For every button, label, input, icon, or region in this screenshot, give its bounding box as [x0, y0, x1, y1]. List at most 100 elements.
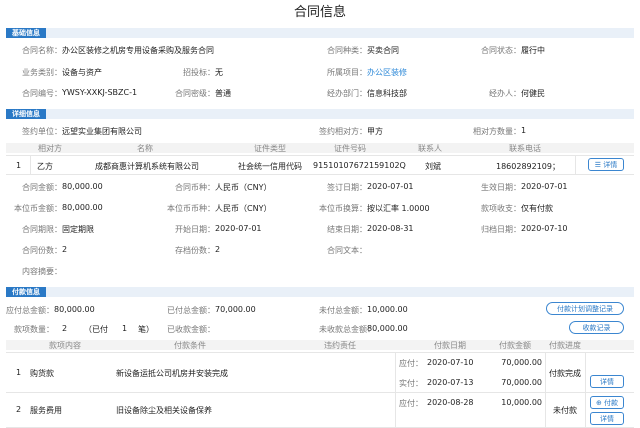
contract-text-label: 合同文本： — [327, 246, 367, 255]
row-index: 2 — [16, 405, 22, 414]
item-count-label: 款项数量： — [14, 325, 54, 334]
payment-detail-button[interactable]: 详情 — [590, 375, 624, 388]
currency-value: 人民币（CNY） — [215, 183, 272, 192]
amount-value: 80,000.00 — [62, 182, 103, 191]
currency-label: 合同币种： — [175, 183, 215, 192]
unpaid-total-label: 未付总金额： — [319, 306, 367, 315]
paid-count-value: 1 — [122, 324, 128, 333]
sign-date-label: 签订日期： — [327, 183, 367, 192]
dept-label: 经办部门： — [327, 89, 367, 98]
col-header-phone: 联系电话 — [509, 144, 541, 153]
divider — [6, 174, 634, 175]
paid-total-label: 已付总金额： — [167, 306, 215, 315]
contract-no-label: 合同编号： — [22, 89, 62, 98]
payment-detail-button[interactable]: 详情 — [590, 412, 624, 425]
cashflow-value: 仅有付款 — [521, 204, 553, 213]
term-value: 固定期限 — [62, 225, 94, 234]
paid-total-value: 70,000.00 — [215, 305, 256, 314]
exchange-label: 本位币换算： — [319, 204, 367, 213]
handler-label: 经办人： — [489, 89, 521, 98]
receipt-record-button[interactable]: 收款记录 — [569, 321, 624, 334]
due-label: 应付： — [399, 399, 423, 408]
row-index: 1 — [16, 161, 22, 170]
content-summary-label: 内容摘要： — [22, 267, 62, 276]
section-bar-payment — [6, 287, 634, 297]
archive-copies-label: 存档份数： — [175, 246, 215, 255]
pay-button[interactable]: ⊕ 付款 — [590, 396, 624, 409]
col-header-penalty: 违约责任 — [324, 341, 356, 350]
col-header-condition: 付款条件 — [174, 341, 206, 350]
col-header-contact: 联系人 — [418, 144, 442, 153]
plus-icon: ⊕ — [595, 399, 602, 407]
contract-name-label: 合同名称： — [22, 46, 62, 55]
actual-label: 实付： — [399, 379, 423, 388]
col-header-content: 款项内容 — [49, 341, 81, 350]
condition-cell: 旧设备除尘及相关设备保养 — [116, 406, 212, 415]
sign-date-value: 2020-07-01 — [367, 182, 414, 191]
due-amount: 70,000.00 — [501, 358, 542, 367]
unreceived-total-value: 80,000.00 — [367, 324, 408, 333]
archive-date-value: 2020-07-10 — [521, 224, 568, 233]
start-date-label: 开始日期： — [175, 225, 215, 234]
col-header-name: 名称 — [137, 144, 153, 153]
sign-unit-value: 远望实业集团有限公司 — [62, 127, 142, 136]
handler-value: 何健民 — [521, 89, 545, 98]
contract-status-label: 合同状态： — [481, 46, 521, 55]
unpaid-total-value: 10,000.00 — [367, 305, 408, 314]
divider — [6, 392, 634, 393]
actual-date: 2020-07-13 — [427, 378, 474, 387]
col-divider — [575, 155, 576, 174]
sign-unit-label: 签约单位： — [22, 127, 62, 136]
base-currency-value: 人民币（CNY） — [215, 204, 272, 213]
counterparty-count-value: 1 — [521, 126, 527, 135]
project-link[interactable]: 办公区装修 — [367, 67, 407, 78]
contract-type-label: 合同种类： — [327, 46, 367, 55]
counterparty-count-label: 相对方数量： — [473, 127, 521, 136]
paid-count-prefix: （已付 — [84, 325, 108, 334]
due-date: 2020-07-10 — [427, 358, 474, 367]
col-divider — [545, 352, 546, 428]
exchange-value: 按以汇率 1.0000 — [367, 204, 430, 213]
start-date-value: 2020-07-01 — [215, 224, 262, 233]
progress-cell: 未付款 — [553, 406, 577, 415]
base-amount-label: 本位币金额： — [14, 204, 62, 213]
section-title-payment: 付款信息 — [6, 287, 46, 297]
counterparty-detail-button[interactable]: ☰ 详情 — [588, 158, 624, 171]
section-bar-detail — [6, 109, 634, 119]
actual-amount: 70,000.00 — [501, 378, 542, 387]
secret-value: 普通 — [215, 89, 231, 98]
base-currency-label: 本位币币种： — [167, 204, 215, 213]
col-header-id-type: 证件类型 — [254, 144, 286, 153]
effective-date-label: 生效日期： — [481, 183, 521, 192]
bid-value: 无 — [215, 68, 223, 77]
id-type-cell: 社会统一信用代码 — [238, 162, 302, 171]
contract-no-value: YWSY-XXKJ-SBZC-1 — [62, 88, 138, 97]
sign-party-label: 签约相对方： — [319, 127, 367, 136]
payable-total-value: 80,000.00 — [54, 305, 95, 314]
contract-name-value: 办公区装修之机房专用设备采购及服务合同 — [62, 46, 214, 55]
pay-button-label: 付款 — [604, 399, 619, 407]
contract-type-value: 买卖合同 — [367, 46, 399, 55]
section-title-basic: 基础信息 — [6, 28, 46, 38]
paid-count-suffix: 笔） — [138, 325, 154, 334]
section-bar-basic — [6, 28, 634, 38]
business-type-value: 设备与资产 — [62, 68, 102, 77]
condition-cell: 新设备运抵公司机房并安装完成 — [116, 369, 228, 378]
name-cell: 成都商惠计算机系统有限公司 — [95, 162, 199, 171]
col-divider — [30, 155, 31, 174]
counterparty-detail-label: 详情 — [603, 161, 618, 169]
divider — [6, 352, 634, 353]
col-header-id-no: 证件号码 — [334, 144, 366, 153]
bid-label: 招投标： — [183, 68, 215, 77]
archive-date-label: 归档日期： — [481, 225, 521, 234]
end-date-label: 结束日期： — [327, 225, 367, 234]
project-label: 所属项目： — [327, 68, 367, 77]
effective-date-value: 2020-07-01 — [521, 182, 568, 191]
section-title-detail: 详细信息 — [6, 109, 46, 119]
col-divider — [585, 352, 586, 428]
payment-plan-adjust-button[interactable]: 付款计划调整记录 — [546, 302, 624, 315]
payable-total-label: 应付总金额： — [6, 306, 54, 315]
copies-value: 2 — [62, 245, 68, 254]
secret-label: 合同密级： — [175, 89, 215, 98]
dept-value: 信息科技部 — [367, 89, 407, 98]
